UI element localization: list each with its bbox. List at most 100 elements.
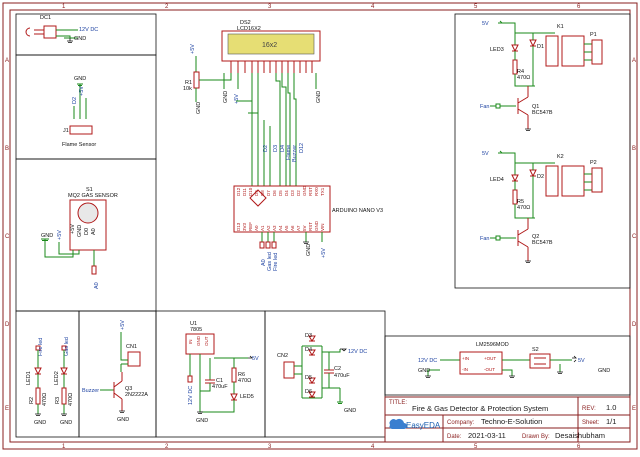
bridge-d5-ref: D5 bbox=[305, 375, 312, 381]
flame-ref: J1 bbox=[63, 128, 69, 134]
buck-switch-wires bbox=[550, 359, 572, 372]
relay1-ref: K1 bbox=[557, 24, 564, 30]
grid-number-3: 3 bbox=[268, 4, 272, 10]
c1-value: 470uF bbox=[212, 384, 228, 390]
grid-letter-c-right: C bbox=[632, 234, 637, 240]
dc-jack: DC1 12V DC GND bbox=[25, 15, 98, 43]
grid-letter-d-right: D bbox=[632, 322, 637, 328]
lcd-pot-value: 10k bbox=[183, 86, 192, 92]
nano-bottom-pin-labels: D13 3V3 REF A0 A1 A2 A3 A4 A5 A6 A7 5V R… bbox=[236, 220, 325, 231]
r2-ref: R2 bbox=[29, 397, 35, 404]
grid-number-4: 4 bbox=[371, 4, 375, 10]
nano-pin-bot-13: GND bbox=[314, 220, 319, 231]
relay2-diode-ref: D2 bbox=[537, 174, 544, 180]
relay-1-circuit: 5V LED3 R4 470Ω D1 K1 P1 Fan Q1 BC547B bbox=[480, 20, 603, 131]
relay2-base-wire bbox=[490, 235, 516, 241]
buzzer-gnd-label: GND bbox=[117, 417, 129, 423]
lcd-screen-text: 16x2 bbox=[262, 42, 277, 49]
buck-gnd-label-left: GND bbox=[418, 368, 430, 374]
box-bridge-rectifier bbox=[264, 310, 386, 438]
flame-gnd-label: GND bbox=[74, 76, 86, 82]
grid-number-1: 1 bbox=[62, 4, 66, 10]
buck-pin-out-minus: -OUT bbox=[484, 367, 495, 372]
buzzer-gnd-symbol bbox=[119, 410, 125, 413]
led2-symbol bbox=[60, 367, 68, 376]
gas-vcc-label: +5V bbox=[57, 230, 63, 240]
nano-pin-top-14: TX1 bbox=[320, 187, 325, 196]
lcd-pot bbox=[193, 71, 200, 89]
led5-ref: LED5 bbox=[240, 394, 254, 400]
gas-sensor: S1 MQ2 GAS SENSOR +5V GND D0 A0 GND +5V … bbox=[41, 187, 118, 289]
led1-gnd-label: GND bbox=[34, 420, 46, 426]
nano-pin-bot-2: REF bbox=[248, 222, 253, 231]
relay1-vcc-label: 5V bbox=[482, 21, 489, 27]
led1-ref: LED1 bbox=[26, 371, 32, 385]
buzzer-ref: CN1 bbox=[126, 344, 137, 350]
reg-pin-gnd: GND bbox=[196, 335, 201, 346]
flame-vcc-label: +5V bbox=[79, 86, 85, 96]
buck-gnd-symbol-switch bbox=[557, 371, 563, 374]
led-gnd-symbols bbox=[35, 413, 67, 416]
nano-top-wires bbox=[251, 101, 297, 186]
relay1-contacts bbox=[561, 35, 585, 67]
gas-gnd-label: GND bbox=[41, 233, 53, 239]
led-net-fire: Fire led bbox=[38, 338, 44, 356]
reg-pin-out: OUT bbox=[204, 336, 209, 346]
bridge-circuit: CN2 D3 D4 D5 D6 12V DC C2 470uF GND bbox=[277, 333, 367, 414]
bridge-connector bbox=[283, 361, 295, 379]
buck-out-label: 5V bbox=[578, 358, 585, 364]
nano-net-d2: D2 bbox=[263, 145, 269, 152]
lcd-pins bbox=[230, 61, 313, 73]
relay2-trans-value: BC547B bbox=[532, 240, 553, 246]
gas-pin-4: A0 bbox=[91, 228, 97, 235]
bridge-in-wires bbox=[294, 365, 302, 375]
reg-in-port bbox=[187, 375, 193, 383]
relay2-transistor bbox=[517, 218, 529, 261]
buzzer-conn-wires bbox=[120, 350, 128, 372]
bridge-net-label: 12V DC bbox=[348, 349, 367, 355]
title-label: TITLE: bbox=[389, 400, 407, 406]
led-mid-wires bbox=[37, 374, 65, 388]
relay2-ref: K2 bbox=[557, 154, 564, 160]
buck-pin-out-plus: +OUT bbox=[484, 356, 496, 361]
relay1-gnd-symbol bbox=[525, 128, 531, 131]
buck-switch-contacts bbox=[534, 357, 546, 365]
title-value: Fire & Gas Detector & Protection System bbox=[412, 404, 548, 413]
nano-gnd-label: GND bbox=[306, 244, 312, 256]
relay1-coil bbox=[545, 35, 559, 67]
company-label: Company: bbox=[447, 420, 475, 426]
gas-a0-label: A0 bbox=[94, 282, 100, 289]
dc1-net-label: 12V DC bbox=[79, 27, 98, 33]
relay1-led bbox=[511, 44, 519, 53]
nano-net-d3: D3 bbox=[273, 145, 279, 152]
schematic-canvas: 1 2 3 4 5 6 1 2 3 4 5 6 A B C D E A B C … bbox=[2, 2, 638, 450]
flame-connector bbox=[69, 125, 93, 135]
grid-letter-a-right: A bbox=[632, 58, 636, 64]
nano-pin-bot-0: D13 bbox=[236, 222, 241, 231]
nano-pin-top-5: D7 bbox=[266, 190, 271, 196]
relay1-diode-ref: D1 bbox=[537, 44, 544, 50]
c2-symbol bbox=[324, 369, 334, 374]
logo-text: EasyEDA bbox=[406, 421, 441, 430]
drawn-value: Desaishubham bbox=[555, 431, 605, 440]
led-net-gas: Gas led bbox=[64, 337, 70, 356]
nano-pin-top-13: RX0 bbox=[314, 187, 319, 196]
nano-port-a0 bbox=[259, 241, 265, 249]
reg-in-label: 12V DC bbox=[188, 386, 194, 405]
buck-ref: LM2596MOD bbox=[476, 342, 509, 348]
nano-port-fireled bbox=[271, 241, 277, 249]
dc1-ground-symbol bbox=[67, 38, 73, 43]
buck-pin-in-minus: -IN bbox=[462, 367, 468, 372]
relay2-diode bbox=[529, 169, 537, 178]
company-value: Techno-E-Solution bbox=[481, 417, 542, 426]
relay2-vcc-label: 5V bbox=[482, 151, 489, 157]
c1-symbol bbox=[205, 379, 215, 384]
gas-sensor-element bbox=[77, 202, 99, 224]
buzzer-transistor bbox=[113, 372, 123, 411]
nano-net-fireled: Fire led bbox=[273, 253, 279, 271]
bridge-gnd-label: GND bbox=[344, 408, 356, 414]
easyeda-logo: EasyEDA bbox=[389, 418, 441, 430]
buck-gnd-symbol-left bbox=[425, 375, 431, 378]
reg-value: 7805 bbox=[190, 327, 202, 333]
r2-value: 470Ω bbox=[42, 393, 48, 406]
